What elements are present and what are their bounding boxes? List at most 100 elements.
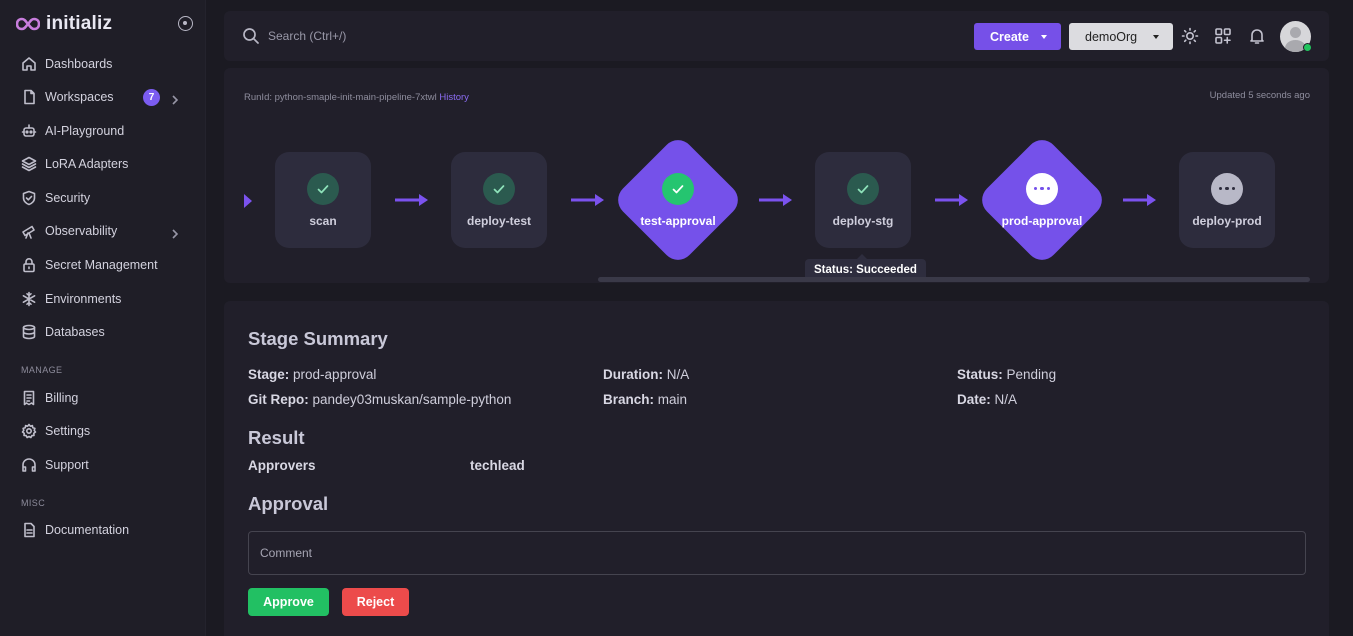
- arrow-right-icon: [1123, 193, 1157, 207]
- chevron-right-icon: [170, 92, 180, 105]
- stage-summary-title: Stage Summary: [248, 328, 388, 349]
- check-icon: [307, 172, 339, 205]
- stage-prod-approval[interactable]: prod-approval: [975, 133, 1109, 267]
- sidebar-item-documentation[interactable]: Documentation: [0, 515, 206, 545]
- date-field: Date: N/A: [957, 392, 1018, 407]
- sidebar-item-observability[interactable]: Observability: [0, 216, 206, 246]
- stage-label: scan: [309, 213, 337, 228]
- more-dots-icon: [1211, 172, 1243, 205]
- apps-grid-icon[interactable]: [1214, 27, 1232, 45]
- create-button[interactable]: Create: [974, 23, 1061, 50]
- chevron-right-icon: [170, 226, 180, 239]
- approval-title: Approval: [248, 493, 329, 514]
- approvers-value: techlead: [470, 458, 525, 473]
- pipeline-panel: RunId: python-smaple-init-main-pipeline-…: [224, 68, 1329, 283]
- stage-label: prod-approval: [1001, 213, 1083, 228]
- sidebar-item-lora-adapters[interactable]: LoRA Adapters: [0, 149, 206, 179]
- status-value: Pending: [1006, 367, 1057, 382]
- check-icon: [662, 172, 694, 205]
- approve-button[interactable]: Approve: [248, 588, 329, 616]
- section-label-manage: MANAGE: [21, 365, 63, 375]
- section-label-misc: MISC: [21, 498, 46, 508]
- status-field: Status: Pending: [957, 367, 1057, 382]
- sidebar-item-ai-playground[interactable]: AI-Playground: [0, 116, 206, 146]
- sidebar-item-label: Dashboards: [45, 57, 113, 71]
- infinity-logo-icon: [16, 17, 40, 31]
- more-dots-icon: [1026, 172, 1058, 205]
- run-id: RunId: python-smaple-init-main-pipeline-…: [244, 92, 469, 103]
- org-selector-label: demoOrg: [1085, 29, 1138, 44]
- stage-field: Stage: prod-approval: [248, 367, 377, 382]
- avatar-head: [1290, 27, 1301, 38]
- stage-label: deploy-stg: [832, 213, 894, 228]
- stage-deploy-stg[interactable]: deploy-stg: [815, 152, 911, 248]
- telescope-icon: [21, 223, 37, 239]
- gear-icon: [21, 423, 37, 439]
- sidebar-item-label: Secret Management: [45, 258, 158, 272]
- receipt-icon: [21, 390, 37, 406]
- git-repo-value: pandey03muskan/sample-python: [312, 392, 512, 407]
- shield-icon: [21, 190, 37, 206]
- history-link[interactable]: History: [439, 92, 469, 103]
- sidebar-item-workspaces[interactable]: Workspaces 7: [0, 82, 206, 112]
- sun-icon[interactable]: [1181, 27, 1199, 45]
- sidebar-item-secret-management[interactable]: Secret Management: [0, 250, 206, 280]
- top-bar: Create demoOrg: [224, 11, 1329, 61]
- snowflake-icon: [21, 291, 37, 307]
- sidebar-item-security[interactable]: Security: [0, 183, 206, 213]
- headphones-icon: [21, 457, 37, 473]
- sidebar-item-environments[interactable]: Environments: [0, 284, 206, 314]
- stage-scan[interactable]: scan: [275, 152, 371, 248]
- brand[interactable]: initializ: [16, 13, 112, 35]
- sidebar-item-databases[interactable]: Databases: [0, 317, 206, 347]
- lock-icon: [21, 257, 37, 273]
- stage-deploy-prod[interactable]: deploy-prod: [1179, 152, 1275, 248]
- arrow-right-icon: [571, 193, 605, 207]
- sidebar-item-support[interactable]: Support: [0, 450, 206, 480]
- sidebar-item-label: LoRA Adapters: [45, 157, 129, 171]
- run-id-text: RunId: python-smaple-init-main-pipeline-…: [244, 92, 437, 103]
- sidebar: initializ Dashboards Workspaces 7 AI-Pla…: [0, 0, 206, 636]
- sidebar-item-label: Workspaces: [45, 90, 114, 104]
- database-icon: [21, 324, 37, 340]
- stage-label: deploy-test: [466, 213, 531, 228]
- arrow-right-icon: [395, 193, 429, 207]
- sidebar-item-dashboards[interactable]: Dashboards: [0, 49, 206, 79]
- home-icon: [21, 56, 37, 72]
- online-status-dot: [1303, 43, 1312, 52]
- search-icon: [242, 27, 260, 45]
- create-button-label: Create: [990, 29, 1029, 44]
- date-value: N/A: [994, 392, 1018, 407]
- result-title: Result: [248, 427, 305, 448]
- sidebar-item-settings[interactable]: Settings: [0, 416, 206, 446]
- file-icon: [21, 89, 37, 105]
- brand-name: initializ: [46, 13, 113, 34]
- caret-down-icon: [1153, 35, 1159, 39]
- horizontal-scrollbar[interactable]: [598, 277, 1310, 282]
- stage-test-approval[interactable]: test-approval: [611, 133, 745, 267]
- updated-timestamp: Updated 5 seconds ago: [1209, 90, 1310, 101]
- sidebar-item-label: AI-Playground: [45, 124, 125, 138]
- reject-button[interactable]: Reject: [342, 588, 409, 616]
- caret-down-icon: [1041, 35, 1047, 39]
- branch-value: main: [657, 392, 688, 407]
- sidebar-item-billing[interactable]: Billing: [0, 383, 206, 413]
- search-input[interactable]: [268, 25, 568, 47]
- pipeline-start-marker: [244, 194, 252, 208]
- bell-icon[interactable]: [1248, 27, 1266, 45]
- sidebar-item-label: Billing: [45, 391, 79, 405]
- org-selector-button[interactable]: demoOrg: [1069, 23, 1173, 50]
- duration-value: N/A: [666, 367, 690, 382]
- sidebar-item-label: Support: [45, 458, 89, 472]
- sidebar-item-label: Observability: [45, 224, 118, 238]
- layers-icon: [21, 156, 37, 172]
- arrow-right-icon: [759, 193, 793, 207]
- robot-icon: [21, 123, 37, 139]
- stage-label: deploy-prod: [1192, 213, 1262, 228]
- stage-deploy-test[interactable]: deploy-test: [451, 152, 547, 248]
- duration-field: Duration: N/A: [603, 367, 690, 382]
- sidebar-collapse-icon[interactable]: [178, 16, 193, 31]
- comment-input[interactable]: [248, 531, 1306, 575]
- sidebar-item-label: Environments: [45, 292, 122, 306]
- check-icon: [847, 172, 879, 205]
